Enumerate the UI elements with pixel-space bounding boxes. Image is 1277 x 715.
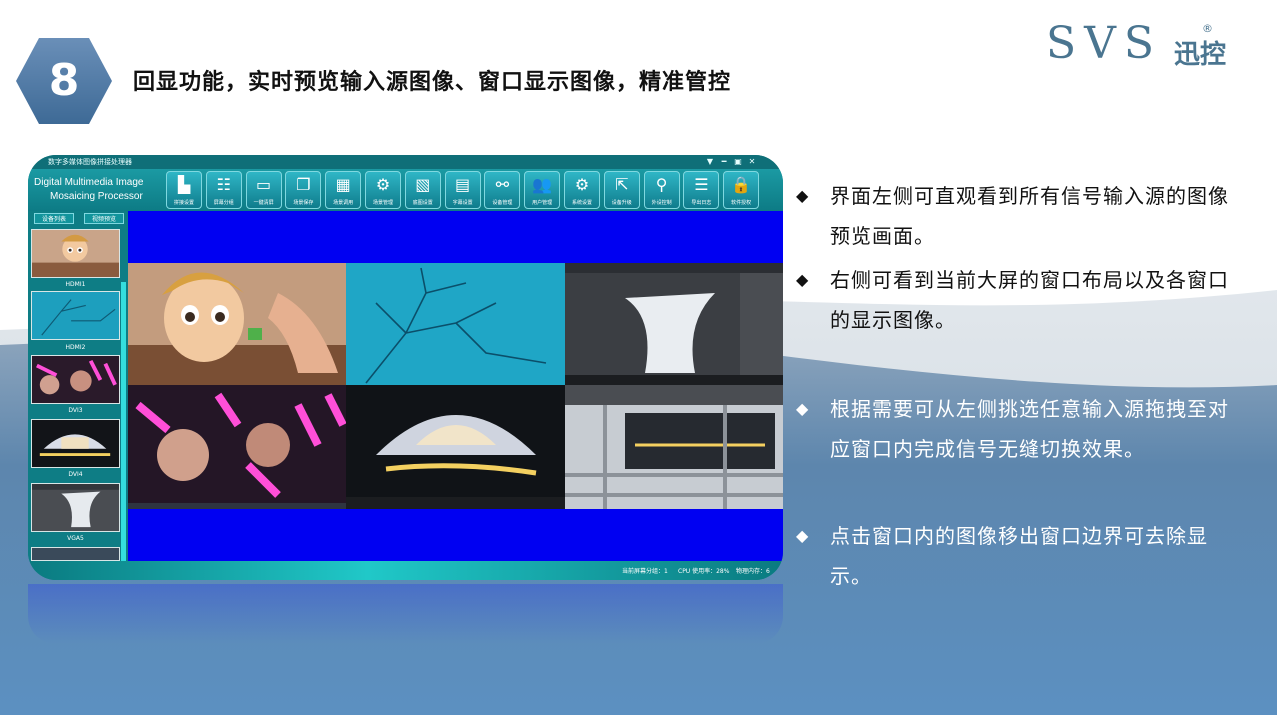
user-manage-icon: 👥 [532, 175, 553, 194]
scene-load-icon: ▦ [335, 175, 351, 194]
toolbar-button-13[interactable]: ⚲ 外设控制 [643, 171, 680, 209]
license-lock-icon: 🔒 [731, 175, 752, 194]
source-thumb-dvi4[interactable] [31, 419, 120, 468]
status-cpu: CPU 使用率：28% [678, 568, 730, 575]
bullet-diamond-icon: ◆ [796, 186, 810, 205]
maximize-icon[interactable]: ▣ [732, 155, 744, 169]
toolbar-button-6[interactable]: ⚙ 场景管理 [365, 171, 401, 209]
window-tile-night-building[interactable] [346, 385, 565, 509]
brand-line-1: Digital Multimedia Image [34, 177, 144, 188]
tab-device-list[interactable]: 设备列表 [34, 213, 74, 224]
toolbar-button-label: 软件授权 [731, 200, 752, 206]
background-image-icon: ▧ [415, 175, 431, 194]
source-sidebar: 设备列表 视频预览 HDMI1 HDMI2 DVI3 DVI4 VGA5 [28, 211, 128, 580]
subtitle-icon: ▤ [455, 175, 471, 194]
slide-number: 8 [48, 55, 80, 106]
bullet-text-1: 界面左侧可直观看到所有信号输入源的图像预览画面。 [830, 184, 1229, 248]
toolbar-button-label: 拼接设置 [173, 200, 194, 206]
toolbar-button-label: 场景调用 [333, 200, 354, 206]
source-thumb-next[interactable] [31, 547, 120, 561]
toolbar-button-10[interactable]: 👥 用户管理 [524, 171, 561, 209]
sidebar-scrollbar[interactable] [121, 282, 126, 580]
app-toolbar: Digital Multimedia Image Mosaicing Proce… [28, 169, 783, 211]
toolbar-button-7[interactable]: ▧ 底图设置 [404, 171, 441, 209]
toolbar-button-label: 外设控制 [651, 200, 672, 206]
source-thumb-hdmi2[interactable] [31, 291, 120, 340]
status-bar: 当前屏幕分组：1 CPU 使用率：28% 物理内存：6 [28, 561, 783, 580]
source-thumb-dvi3[interactable] [31, 355, 120, 404]
toolbar-button-label: 场景保存 [293, 200, 314, 206]
toolbar-button-14[interactable]: ☰ 导出日志 [683, 171, 720, 209]
toolbar-button-8[interactable]: ▤ 字幕设置 [444, 171, 481, 209]
bullet-text-4: 点击窗口内的图像移出窗口边界可去除显示。 [830, 524, 1208, 588]
splice-settings-icon: ▙ [177, 175, 191, 194]
toolbar-button-label: 用户管理 [532, 200, 553, 206]
system-settings-icon: ⚙ [574, 175, 590, 194]
window-tile-tree[interactable] [346, 263, 565, 385]
source-label-dvi3: DVI3 [68, 407, 83, 414]
bullet-diamond-icon: ◆ [796, 270, 810, 289]
toolbar-button-2[interactable]: ☷ 屏幕分组 [205, 171, 242, 209]
slide-title: 回显功能，实时预览输入源图像、窗口显示图像，精准管控 [133, 70, 732, 95]
device-upgrade-icon: ⇱ [615, 175, 629, 194]
toolbar-button-label: 一键清屏 [253, 200, 274, 206]
toolbar-button-label: 系统设置 [571, 200, 592, 206]
tab-video-preview[interactable]: 视频预览 [84, 213, 124, 224]
toolbar-button-label: 字幕设置 [452, 200, 473, 206]
logo-chinese: 迅控 [1174, 40, 1227, 70]
close-icon[interactable]: ✕ [746, 155, 758, 169]
clear-screen-icon: ▭ [256, 175, 272, 194]
window-tile-harbor[interactable] [565, 385, 783, 509]
toolbar-button-4[interactable]: ❐ 场景保存 [285, 171, 322, 209]
toolbar-button-5[interactable]: ▦ 场景调用 [325, 171, 362, 209]
window-tile-boss-baby[interactable] [128, 263, 346, 385]
toolbar-button-label: 设备管理 [492, 200, 513, 206]
status-screen-group: 当前屏幕分组：1 [622, 568, 668, 575]
toolbar-button-label: 底图设置 [412, 200, 433, 206]
source-label-dvi4: DVI4 [68, 471, 83, 478]
source-label-hdmi2: HDMI2 [65, 344, 86, 351]
toolbar-button-12[interactable]: ⇱ 设备升级 [603, 171, 640, 209]
scene-save-icon: ❐ [296, 175, 311, 194]
peripheral-control-icon: ⚲ [655, 175, 668, 194]
toolbar-button-9[interactable]: ⚯ 设备管理 [484, 171, 521, 209]
toolbar-button-label: 场景管理 [372, 200, 393, 206]
toolbar-button-15[interactable]: 🔒 软件授权 [723, 171, 760, 209]
app-window-title: 数字多媒体图像拼接处理器 [48, 158, 132, 166]
bullet-diamond-icon: ◆ [796, 399, 810, 418]
app-titlebar: 数字多媒体图像拼接处理器 ▼ ━ ▣ ✕ [28, 155, 783, 169]
bullet-text-3: 根据需要可从左侧挑选任意输入源拖拽至对应窗口内完成信号无缝切换效果。 [830, 397, 1229, 461]
logo-latin: SVS [1046, 18, 1163, 69]
brand-line-2: Mosaicing Processor [50, 191, 143, 202]
bullet-diamond-icon: ◆ [796, 526, 810, 545]
dropdown-icon[interactable]: ▼ [704, 155, 716, 169]
source-thumb-hdmi1[interactable] [31, 229, 120, 278]
source-label-vga5: VGA5 [67, 535, 84, 542]
device-manage-icon: ⚯ [495, 175, 510, 194]
source-thumb-vga5[interactable] [31, 483, 120, 532]
window-tile-concert[interactable] [128, 385, 346, 509]
toolbar-button-label: 设备升级 [611, 200, 632, 206]
export-log-icon: ☰ [694, 175, 709, 194]
source-label-hdmi1: HDMI1 [65, 281, 86, 288]
toolbar-button-1[interactable]: ▙ 拼接设置 [166, 171, 202, 209]
wall-canvas[interactable] [128, 211, 783, 561]
toolbar-button-11[interactable]: ⚙ 系统设置 [564, 171, 600, 209]
window-reflection [28, 584, 783, 644]
processor-app-window: 数字多媒体图像拼接处理器 ▼ ━ ▣ ✕ Digital Multimedia … [28, 155, 783, 580]
toolbar-button-label: 屏幕分组 [213, 200, 234, 206]
window-tile-waterfall[interactable] [565, 263, 783, 385]
status-memory: 物理内存：6 [736, 568, 770, 575]
toolbar-button-label: 导出日志 [691, 200, 712, 206]
screen-group-icon: ☷ [216, 175, 231, 194]
bullet-text-2: 右侧可看到当前大屏的窗口布局以及各窗口的显示图像。 [830, 268, 1229, 332]
toolbar-button-3[interactable]: ▭ 一键清屏 [245, 171, 282, 209]
minimize-icon[interactable]: ━ [718, 155, 730, 169]
scene-manage-icon: ⚙ [375, 175, 391, 194]
